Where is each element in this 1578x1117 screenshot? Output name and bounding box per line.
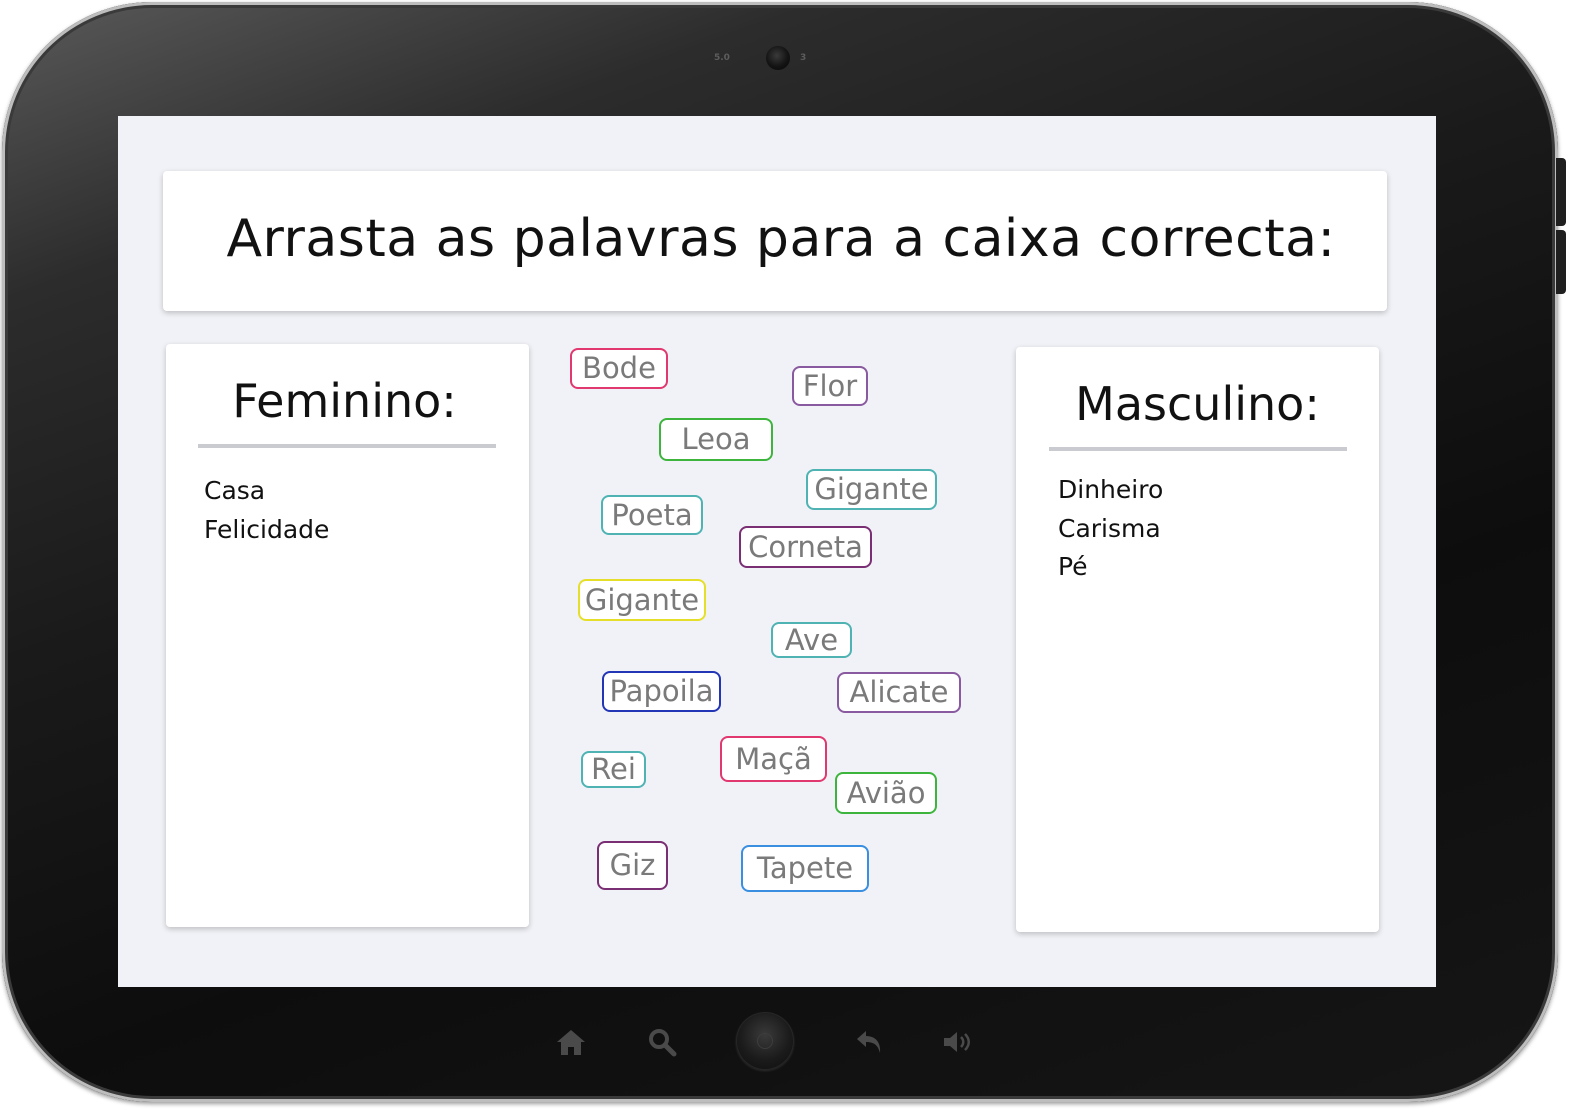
masculine-box-divider <box>1049 447 1347 451</box>
word-chip-aviao[interactable]: Avião <box>835 772 937 814</box>
feminine-word-list: Casa Felicidade <box>204 472 329 549</box>
word-chip-maca[interactable]: Maçã <box>720 736 827 782</box>
list-item[interactable]: Carisma <box>1058 510 1163 549</box>
word-chip-flor[interactable]: Flor <box>792 366 868 406</box>
masculine-box-title: Masculino: <box>1075 377 1320 431</box>
home-button[interactable] <box>736 1012 794 1070</box>
word-chip-bode[interactable]: Bode <box>570 348 668 389</box>
volume-icon[interactable] <box>940 1024 976 1060</box>
word-chip-corneta[interactable]: Corneta <box>739 526 872 568</box>
home-button-ring-icon <box>757 1033 773 1049</box>
word-chip-gigante-2[interactable]: Gigante <box>578 579 706 621</box>
side-button-top[interactable] <box>1556 158 1566 226</box>
search-icon[interactable] <box>644 1024 680 1060</box>
word-chip-alicate[interactable]: Alicate <box>837 672 961 713</box>
camera-right-label: 3 <box>800 53 807 63</box>
list-item[interactable]: Casa <box>204 472 329 511</box>
word-chip-papoila[interactable]: Papoila <box>602 671 721 712</box>
word-chip-tapete[interactable]: Tapete <box>741 845 869 892</box>
feminine-drop-box[interactable]: Feminino: Casa Felicidade <box>166 344 529 927</box>
page-title: Arrasta as palavras para a caixa correct… <box>226 209 1336 269</box>
side-button-bottom[interactable] <box>1556 230 1566 294</box>
instruction-card: Arrasta as palavras para a caixa correct… <box>163 171 1387 311</box>
word-chip-ave[interactable]: Ave <box>771 622 852 658</box>
word-chip-leoa[interactable]: Leoa <box>659 418 773 461</box>
word-chip-poeta[interactable]: Poeta <box>601 495 703 535</box>
word-chip-giz[interactable]: Giz <box>597 841 668 890</box>
app-screen: Arrasta as palavras para a caixa correct… <box>118 116 1436 987</box>
camera-left-label: 5.0 <box>714 53 730 63</box>
front-camera: 5.0 3 <box>708 46 838 72</box>
list-item[interactable]: Pé <box>1058 548 1163 587</box>
masculine-drop-box[interactable]: Masculino: Dinheiro Carisma Pé <box>1016 347 1379 932</box>
word-chip-rei[interactable]: Rei <box>581 751 646 788</box>
masculine-word-list: Dinheiro Carisma Pé <box>1058 471 1163 587</box>
back-icon[interactable] <box>852 1024 888 1060</box>
camera-lens-icon <box>766 46 790 70</box>
word-chip-gigante[interactable]: Gigante <box>806 469 937 510</box>
home-icon[interactable] <box>553 1024 589 1060</box>
list-item[interactable]: Felicidade <box>204 511 329 550</box>
list-item[interactable]: Dinheiro <box>1058 471 1163 510</box>
device-nav-bar <box>540 1010 1000 1074</box>
feminine-box-divider <box>198 444 496 448</box>
feminine-box-title: Feminino: <box>232 374 457 428</box>
